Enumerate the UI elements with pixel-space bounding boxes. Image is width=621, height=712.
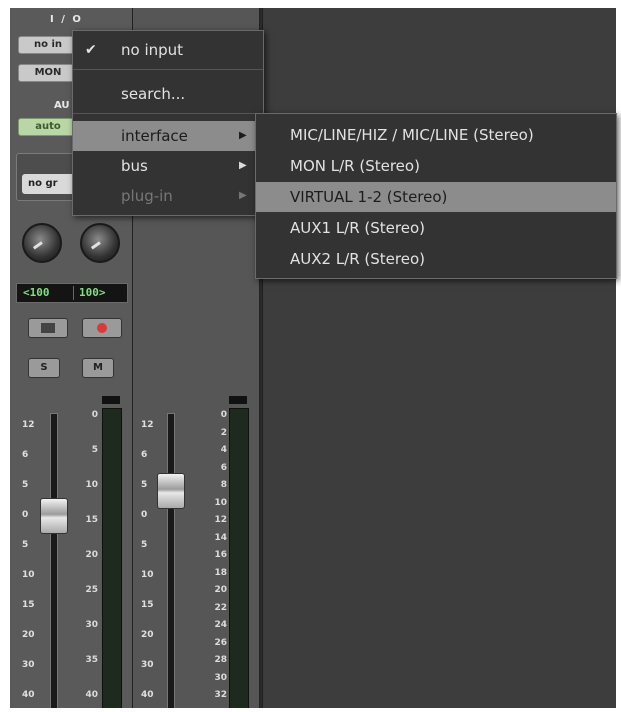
pan-knob-right[interactable] (80, 223, 120, 263)
triangle-right-icon: ▶ (239, 130, 247, 141)
level-meter (229, 408, 249, 708)
scale-tick-label: 10 (214, 497, 227, 508)
scale-tick-label: 40 (85, 690, 98, 700)
submenu-item-label: MON L/R (Stereo) (290, 157, 420, 175)
scale-tick-label: 16 (214, 550, 227, 560)
scale-tick-label: 26 (214, 637, 227, 648)
submenu-item-aux1[interactable]: AUX1 L/R (Stereo) (256, 213, 616, 243)
scale-tick-label: 15 (141, 600, 154, 610)
submenu-item-virtual[interactable]: VIRTUAL 1-2 (Stereo) (256, 182, 616, 212)
scale-tick-label: 4 (220, 445, 227, 455)
volume-fader-handle[interactable] (40, 498, 68, 534)
scale-tick-label: 35 (85, 655, 98, 665)
mute-button[interactable]: M (82, 358, 114, 378)
io-header: I / O (50, 14, 83, 25)
scale-tick-label: 20 (141, 630, 154, 640)
scale-tick-label: 40 (22, 690, 35, 700)
scale-tick-label: 0 (91, 410, 98, 420)
scale-tick-label: 5 (141, 540, 148, 550)
scale-tick-label: 6 (22, 450, 29, 460)
volume-fader-track[interactable] (50, 413, 58, 708)
record-icon (97, 323, 107, 333)
scale-tick-label: 0 (220, 410, 227, 420)
menu-item-label: search... (121, 85, 186, 103)
clip-indicator[interactable] (229, 396, 247, 404)
triangle-right-icon: ▶ (239, 190, 247, 201)
pan-readout: <100 100> (16, 283, 128, 303)
input-monitor-button[interactable] (28, 318, 68, 338)
scale-tick-label: 22 (214, 602, 227, 613)
submenu-item-aux2[interactable]: AUX2 L/R (Stereo) (256, 244, 616, 274)
scale-tick-label: 5 (22, 480, 29, 490)
scale-tick-label: 30 (141, 660, 154, 670)
submenu-item-mon[interactable]: MON L/R (Stereo) (256, 151, 616, 181)
scale-tick-label: 12 (214, 515, 227, 525)
scale-tick-label: 12 (22, 420, 35, 430)
triangle-right-icon: ▶ (239, 160, 247, 171)
scale-tick-label: 0 (22, 510, 29, 520)
submenu-item-label: VIRTUAL 1-2 (Stereo) (290, 188, 448, 206)
scale-tick-label: 15 (22, 600, 35, 610)
scale-tick-label: 15 (85, 515, 98, 525)
pan-knob-left[interactable] (22, 223, 62, 263)
menu-separator (73, 113, 263, 114)
pan-divider (73, 286, 74, 300)
scale-tick-label: 40 (141, 690, 154, 700)
level-meter (102, 408, 122, 708)
solo-button[interactable]: S (28, 358, 60, 378)
output-selector[interactable]: MON (18, 64, 78, 82)
scale-tick-label: 5 (22, 540, 29, 550)
scale-tick-label: 20 (214, 585, 227, 595)
interface-submenu: MIC/LINE/HIZ / MIC/LINE (Stereo) MON L/R… (255, 113, 617, 279)
scale-tick-label: 8 (220, 480, 227, 490)
scale-tick-label: 20 (85, 550, 98, 560)
checkmark-icon: ✔ (85, 42, 97, 58)
scale-tick-label: 30 (85, 620, 98, 630)
scale-tick-label: 10 (85, 480, 98, 490)
input-monitor-icon (41, 323, 55, 333)
scale-tick-label: 24 (214, 620, 227, 630)
scale-tick-label: 28 (214, 655, 227, 665)
submenu-item-label: MIC/LINE/HIZ / MIC/LINE (Stereo) (290, 126, 534, 144)
menu-item-label: plug-in (121, 187, 173, 205)
scale-tick-label: 14 (214, 532, 227, 543)
scale-tick-label: 32 (214, 690, 227, 700)
scale-tick-label: 12 (141, 420, 154, 430)
scale-tick-label: 0 (141, 510, 148, 520)
menu-item-interface[interactable]: interface ▶ (73, 121, 263, 151)
scale-tick-label: 25 (85, 585, 98, 595)
scale-tick-label: 5 (141, 480, 148, 490)
scale-tick-label: 18 (214, 567, 227, 578)
input-selector[interactable]: no in (18, 36, 78, 54)
scale-tick-label: 20 (22, 630, 35, 640)
menu-item-bus[interactable]: bus ▶ (73, 151, 263, 181)
scale-tick-label: 2 (220, 427, 227, 438)
menu-item-label: no input (121, 41, 184, 59)
menu-item-label: interface (121, 127, 188, 145)
menu-item-label: bus (121, 157, 148, 175)
aux-label: AU (54, 100, 70, 111)
pan-right-value: 100> (79, 286, 106, 299)
automation-mode-selector[interactable]: auto (18, 118, 78, 136)
record-enable-button[interactable] (82, 318, 122, 338)
submenu-item-label: AUX1 L/R (Stereo) (290, 219, 426, 237)
volume-fader-handle[interactable] (157, 473, 185, 509)
pan-left-value: <100 (23, 286, 50, 299)
scale-tick-label: 6 (141, 450, 148, 460)
menu-item-search[interactable]: search... (73, 79, 263, 109)
menu-item-no-input[interactable]: ✔ no input (73, 35, 263, 65)
scale-tick-label: 10 (22, 570, 35, 580)
submenu-item-mic-line[interactable]: MIC/LINE/HIZ / MIC/LINE (Stereo) (256, 120, 616, 150)
scale-tick-label: 6 (220, 462, 227, 473)
submenu-item-label: AUX2 L/R (Stereo) (290, 250, 426, 268)
menu-separator (73, 69, 263, 70)
scale-tick-label: 30 (214, 672, 227, 683)
scale-tick-label: 10 (141, 570, 154, 580)
menu-item-plug-in: plug-in ▶ (73, 181, 263, 211)
volume-fader-track[interactable] (167, 413, 175, 708)
input-menu: ✔ no input search... interface ▶ bus ▶ p… (72, 30, 264, 216)
scale-tick-label: 5 (91, 445, 98, 455)
scale-tick-label: 30 (22, 660, 35, 670)
clip-indicator[interactable] (102, 396, 120, 404)
